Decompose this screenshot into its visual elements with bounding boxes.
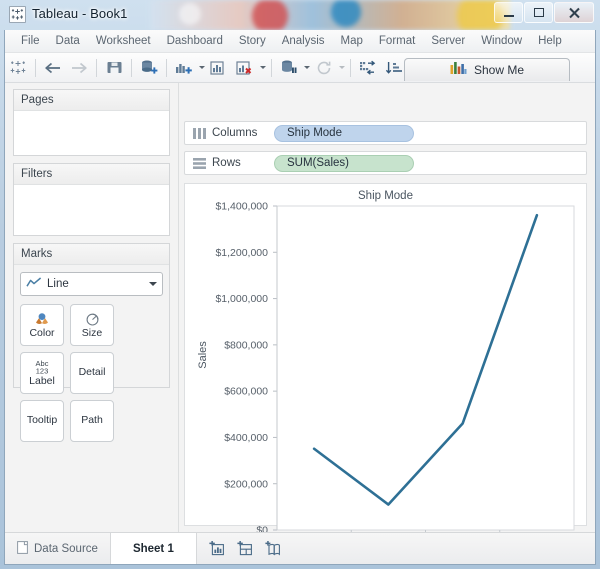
rows-icon bbox=[191, 157, 207, 169]
status-bar: Data Source Sheet 1 bbox=[5, 532, 595, 564]
menu-bar: File Data Worksheet Dashboard Story Anal… bbox=[5, 30, 595, 53]
tableau-application-window: Tableau - Book1 File Data Worksheet Dash… bbox=[0, 0, 600, 569]
pages-card: Pages bbox=[13, 89, 170, 156]
save-button[interactable] bbox=[101, 56, 127, 80]
marks-buttons: Color Size Abc 123 Label Detail Tooltip … bbox=[20, 304, 163, 442]
svg-text:$1,000,000: $1,000,000 bbox=[215, 293, 268, 305]
rows-shelf[interactable]: Rows SUM(Sales) bbox=[184, 151, 587, 175]
marks-color-label: Color bbox=[29, 327, 55, 340]
data-source-icon bbox=[17, 540, 28, 557]
marks-size-label: Size bbox=[81, 327, 103, 340]
menu-story[interactable]: Story bbox=[231, 32, 274, 50]
menu-map[interactable]: Map bbox=[333, 32, 371, 50]
marks-size-button[interactable]: Size bbox=[70, 304, 114, 346]
color-palette-icon bbox=[33, 310, 51, 327]
minimize-button[interactable] bbox=[494, 2, 523, 23]
marks-detail-label: Detail bbox=[78, 366, 106, 379]
svg-text:$400,000: $400,000 bbox=[224, 432, 268, 444]
menu-analysis[interactable]: Analysis bbox=[274, 32, 333, 50]
mark-type-value: Line bbox=[47, 278, 69, 290]
refresh-data-source-button[interactable] bbox=[276, 56, 302, 80]
data-source-tab[interactable]: Data Source bbox=[5, 533, 111, 564]
clear-sheet-dropdown[interactable] bbox=[258, 56, 267, 80]
menu-help[interactable]: Help bbox=[530, 32, 570, 50]
size-circle-icon bbox=[84, 310, 101, 327]
title-bar: Tableau - Book1 bbox=[0, 0, 600, 30]
client-area: File Data Worksheet Dashboard Story Anal… bbox=[4, 30, 596, 565]
refresh-dropdown[interactable] bbox=[302, 56, 311, 80]
new-worksheet-icon[interactable] bbox=[209, 540, 227, 558]
marks-card-title: Marks bbox=[14, 244, 169, 265]
tableau-icon bbox=[9, 6, 26, 23]
new-story-icon[interactable] bbox=[265, 540, 283, 558]
clear-sheet-button[interactable] bbox=[232, 56, 258, 80]
swap-rows-columns-button[interactable] bbox=[355, 56, 381, 80]
filters-card-title: Filters bbox=[14, 164, 169, 185]
marks-tooltip-button[interactable]: Tooltip bbox=[20, 400, 64, 442]
back-button[interactable] bbox=[40, 56, 66, 80]
tableau-logo-button[interactable] bbox=[5, 56, 31, 80]
window-title: Tableau - Book1 bbox=[32, 6, 128, 21]
menu-data[interactable]: Data bbox=[48, 32, 88, 50]
pause-auto-updates-button[interactable] bbox=[311, 56, 337, 80]
svg-text:$600,000: $600,000 bbox=[224, 386, 268, 398]
marks-label-button[interactable]: Abc 123 Label bbox=[20, 352, 64, 394]
new-data-source-button[interactable] bbox=[136, 56, 162, 80]
filters-shelf-drop-area[interactable] bbox=[14, 185, 169, 235]
svg-text:$200,000: $200,000 bbox=[224, 478, 268, 490]
window-controls bbox=[493, 2, 594, 23]
columns-icon bbox=[191, 127, 207, 139]
visualization-canvas[interactable]: Ship Mode Sales $0 $200,000 $400,000 $600,0… bbox=[184, 183, 587, 565]
forward-button[interactable] bbox=[66, 56, 92, 80]
duplicate-sheet-button[interactable] bbox=[206, 56, 232, 80]
abc-123-icon: Abc 123 bbox=[30, 358, 54, 375]
svg-text:$1,200,000: $1,200,000 bbox=[215, 247, 268, 259]
menu-server[interactable]: Server bbox=[423, 32, 473, 50]
show-me-button[interactable]: Show Me bbox=[404, 58, 570, 81]
show-me-label: Show Me bbox=[473, 63, 525, 77]
line-chart-icon bbox=[26, 275, 42, 293]
pause-dropdown[interactable] bbox=[337, 56, 346, 80]
rows-shelf-label: Rows bbox=[212, 157, 241, 169]
pill-sum-sales[interactable]: SUM(Sales) bbox=[274, 154, 414, 172]
marks-card-body: Line Color Size Abc 123 Label Detail Too… bbox=[14, 265, 169, 442]
chevron-down-icon bbox=[149, 282, 157, 286]
marks-path-button[interactable]: Path bbox=[70, 400, 114, 442]
marks-detail-button[interactable]: Detail bbox=[70, 352, 114, 394]
marks-tooltip-label: Tooltip bbox=[26, 414, 58, 427]
pages-card-title: Pages bbox=[14, 90, 169, 111]
sheet-tab-sheet-1[interactable]: Sheet 1 bbox=[110, 533, 197, 564]
maximize-button[interactable] bbox=[524, 2, 553, 23]
columns-shelf-label: Columns bbox=[212, 127, 258, 139]
menu-format[interactable]: Format bbox=[371, 32, 423, 50]
filters-card: Filters bbox=[13, 163, 170, 236]
show-me-icon bbox=[450, 61, 467, 80]
marks-card: Marks Line Color Size Abc 123 Label Deta… bbox=[13, 243, 170, 442]
menu-worksheet[interactable]: Worksheet bbox=[88, 32, 159, 50]
pill-ship-mode[interactable]: Ship Mode bbox=[274, 124, 414, 142]
new-worksheet-dropdown[interactable] bbox=[197, 56, 206, 80]
svg-text:$1,400,000: $1,400,000 bbox=[215, 201, 268, 213]
sheet-tab-label: Sheet 1 bbox=[132, 542, 174, 555]
new-dashboard-icon[interactable] bbox=[237, 540, 255, 558]
left-pane: Pages Filters Marks Line Color Size Abc … bbox=[5, 83, 179, 532]
pages-shelf-drop-area[interactable] bbox=[14, 111, 169, 155]
menu-window[interactable]: Window bbox=[473, 32, 530, 50]
data-source-label: Data Source bbox=[34, 542, 98, 555]
marks-label-label: Label bbox=[29, 375, 55, 388]
marks-path-label: Path bbox=[81, 414, 103, 427]
svg-text:$800,000: $800,000 bbox=[224, 339, 268, 351]
menu-dashboard[interactable]: Dashboard bbox=[159, 32, 231, 50]
mark-type-dropdown[interactable]: Line bbox=[20, 272, 163, 296]
columns-shelf[interactable]: Columns Ship Mode bbox=[184, 121, 587, 145]
close-button[interactable] bbox=[554, 2, 594, 23]
new-object-buttons bbox=[197, 533, 295, 564]
menu-file[interactable]: File bbox=[13, 32, 48, 50]
marks-color-button[interactable]: Color bbox=[20, 304, 64, 346]
worksheet-pane: Columns Ship Mode Rows SUM(Sales) Ship M… bbox=[179, 83, 595, 565]
line-chart-svg: $0$200,000$400,000$600,000$800,000$1,000… bbox=[215, 201, 575, 565]
svg-text:123: 123 bbox=[36, 367, 49, 376]
plot-area: $0 $200,000 $400,000 $600,000 $800,000 $1,000… bbox=[185, 184, 586, 565]
new-worksheet-button[interactable] bbox=[171, 56, 197, 80]
